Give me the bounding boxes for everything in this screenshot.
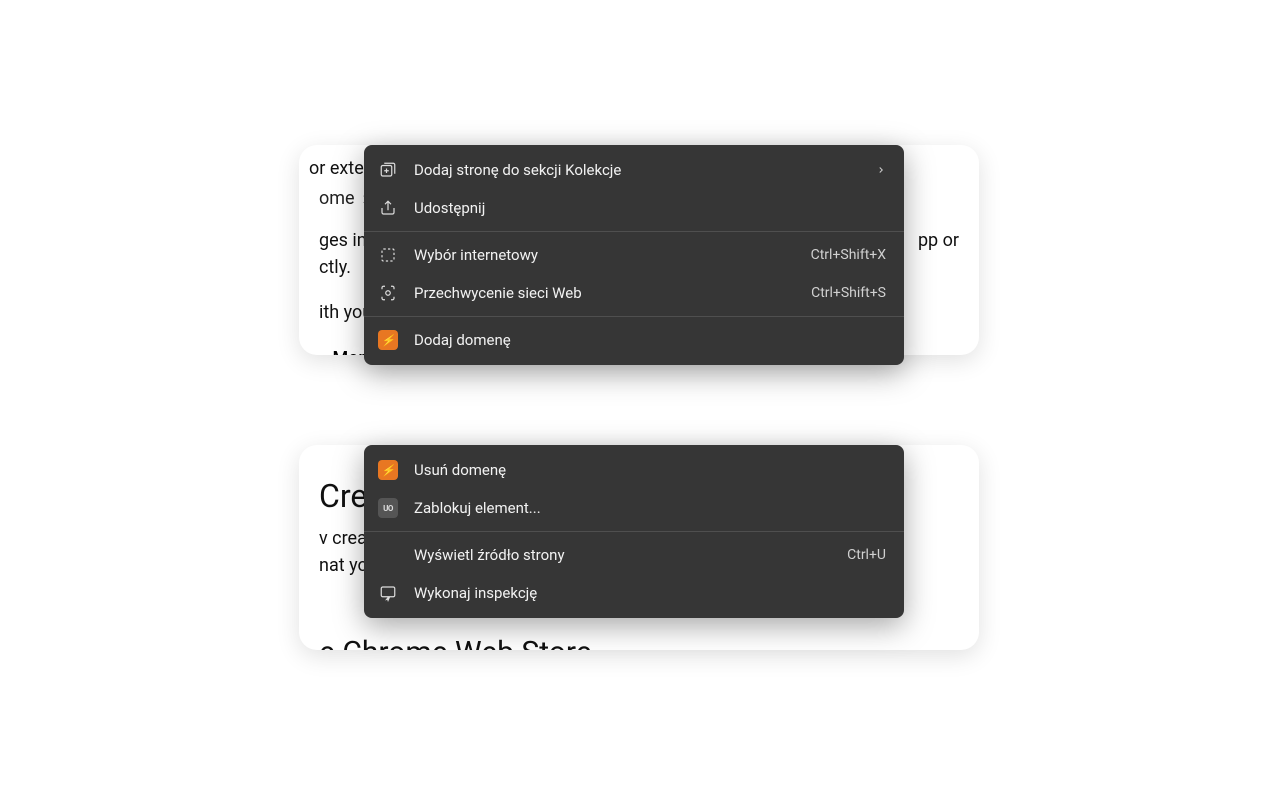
breadcrumb-seg-left: ome: [319, 188, 355, 209]
menu-item-block-element[interactable]: UO Zablokuj element...: [364, 489, 904, 527]
web-select-icon: [378, 245, 398, 265]
menu-item-remove-domain[interactable]: ⚡ Usuń domenę: [364, 451, 904, 489]
menu-shortcut: Ctrl+Shift+X: [811, 247, 886, 263]
bg-text-fragment-right: pp or: [918, 227, 959, 254]
menu-label: Dodaj stronę do sekcji Kolekcje: [414, 161, 860, 179]
context-menu-bottom: ⚡ Usuń domenę UO Zablokuj element... Wyś…: [364, 445, 904, 618]
menu-item-inspect[interactable]: Wykonaj inspekcję: [364, 574, 904, 612]
context-menu-top: Dodaj stronę do sekcji Kolekcje Udostępn…: [364, 145, 904, 365]
chevron-right-icon: [876, 165, 886, 175]
menu-label: Wyświetl źródło strony: [414, 546, 831, 564]
menu-separator: [364, 531, 904, 532]
extension-orange-icon: ⚡: [378, 460, 398, 480]
menu-item-view-source[interactable]: Wyświetl źródło strony Ctrl+U: [364, 536, 904, 574]
ublock-icon: UO: [378, 498, 398, 518]
menu-separator: [364, 316, 904, 317]
menu-item-add-to-collections[interactable]: Dodaj stronę do sekcji Kolekcje: [364, 151, 904, 189]
blank-icon: [378, 545, 398, 565]
menu-separator: [364, 231, 904, 232]
menu-item-web-select[interactable]: Wybór internetowy Ctrl+Shift+X: [364, 236, 904, 274]
menu-item-web-capture[interactable]: Przechwycenie sieci Web Ctrl+Shift+S: [364, 274, 904, 312]
extension-orange-icon: ⚡: [378, 330, 398, 350]
menu-label: Wybór internetowy: [414, 246, 795, 264]
menu-label: Udostępnij: [414, 199, 886, 217]
bg-footer-heading: e Chrome Web Store: [319, 635, 959, 650]
menu-shortcut: Ctrl+Shift+S: [811, 285, 886, 301]
web-capture-icon: [378, 283, 398, 303]
menu-label: Zablokuj element...: [414, 499, 886, 517]
menu-label: Wykonaj inspekcję: [414, 584, 886, 602]
collections-add-icon: [378, 160, 398, 180]
menu-label: Przechwycenie sieci Web: [414, 284, 795, 302]
share-icon: [378, 198, 398, 218]
menu-item-share[interactable]: Udostępnij: [364, 189, 904, 227]
menu-label: Dodaj domenę: [414, 331, 886, 349]
chevron-right-icon: ›: [319, 348, 324, 355]
menu-item-add-domain[interactable]: ⚡ Dodaj domenę: [364, 321, 904, 359]
menu-shortcut: Ctrl+U: [847, 547, 886, 563]
menu-label: Usuń domenę: [414, 461, 886, 479]
inspect-icon: [378, 583, 398, 603]
